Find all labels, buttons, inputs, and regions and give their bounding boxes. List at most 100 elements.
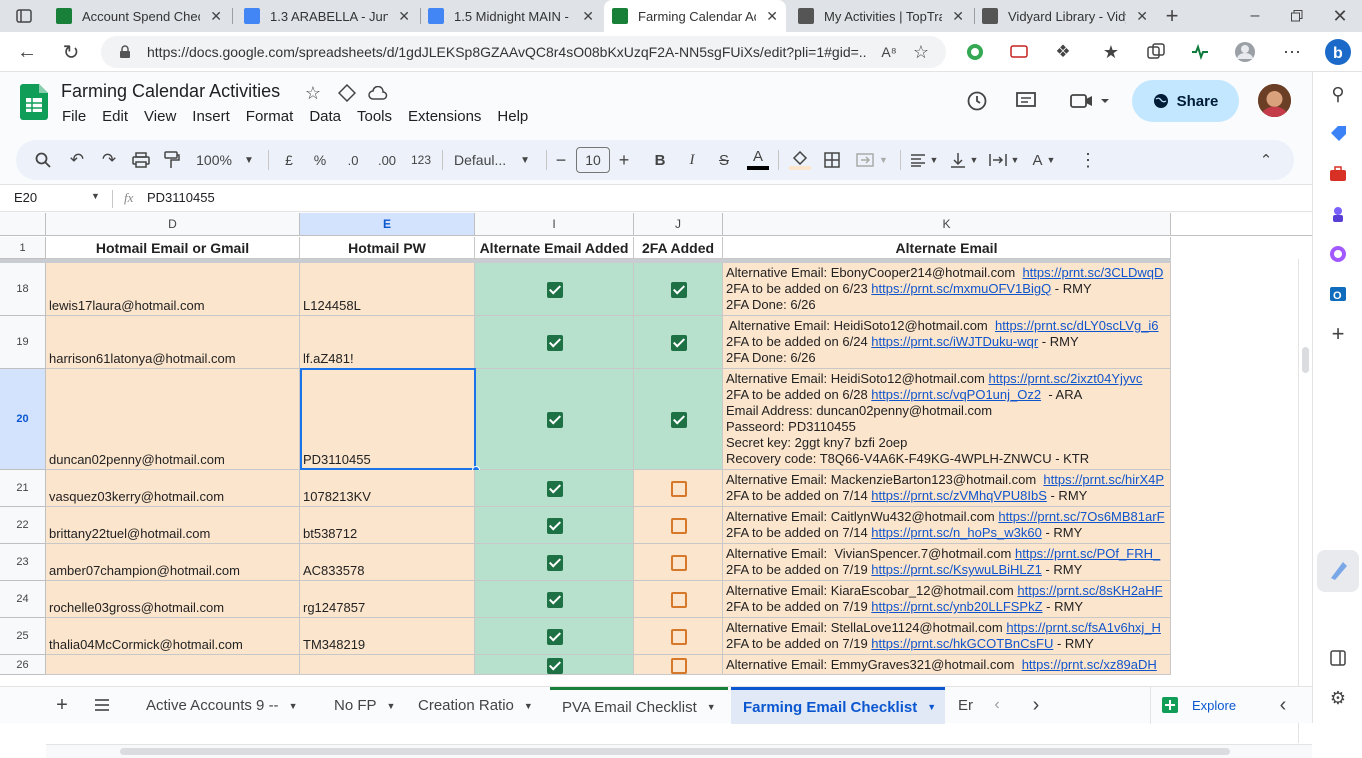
close-window-button[interactable]: ✕ [1328, 6, 1352, 26]
bing-copilot-icon[interactable]: b [1322, 36, 1354, 68]
checkbox-checked[interactable] [546, 658, 563, 674]
alternate-email-notes-cell[interactable]: Alternative Email: HeidiSoto12@hotmail.c… [723, 369, 1171, 470]
add-sidebar-app-icon[interactable]: + [1326, 321, 1350, 346]
row-header[interactable]: 20 [0, 369, 46, 470]
add-sheet-button[interactable]: + [52, 694, 72, 716]
text-wrapping-icon[interactable]: ▼ [988, 140, 1020, 180]
read-aloud-icon[interactable]: A⁸ [879, 42, 899, 62]
row-header[interactable]: 26 [0, 655, 46, 675]
column-header-e[interactable]: E [300, 213, 475, 236]
alt-email-added-cell[interactable] [475, 316, 634, 369]
strikethrough-button[interactable]: S [714, 140, 734, 180]
menu-help[interactable]: Help [497, 108, 528, 125]
settings-gear-icon[interactable]: ⚙ [1326, 686, 1350, 710]
menu-file[interactable]: File [62, 108, 86, 125]
twofa-added-cell[interactable] [634, 544, 723, 581]
alternate-email-notes-cell[interactable]: Alternative Email: EmmyGraves321@hotmail… [723, 655, 1171, 675]
minimize-button[interactable]: – [1243, 6, 1267, 26]
email-cell[interactable]: lewis17laura@hotmail.com [46, 263, 300, 316]
twofa-added-cell[interactable] [634, 618, 723, 655]
checkbox-unchecked[interactable] [670, 591, 687, 608]
menu-extensions[interactable]: Extensions [408, 108, 481, 125]
split-screen-icon[interactable] [1326, 646, 1350, 670]
sheet-tab[interactable]: Creation Ratio ▼ [406, 687, 546, 724]
column-header-j[interactable]: J [634, 213, 723, 236]
screenshot-link[interactable]: https://prnt.sc/vqPO1unj_Oz2 [871, 387, 1041, 402]
close-tab-icon[interactable]: ✕ [398, 8, 410, 25]
sheet-tab[interactable]: Active Accounts 9 -- ▼ [134, 687, 318, 724]
browser-tab[interactable]: 1.5 Midnight MAIN - J ✕ [420, 0, 602, 32]
screenshot-link[interactable]: https://prnt.sc/iWJTDuku-wqr [871, 334, 1038, 349]
microsoft365-icon[interactable] [1326, 242, 1350, 266]
zoom-select[interactable]: 100% ▼ [194, 140, 256, 180]
checkbox-checked[interactable] [670, 411, 687, 428]
row-header[interactable]: 24 [0, 581, 46, 618]
vertical-scrollbar[interactable] [1298, 259, 1312, 743]
column-header-k[interactable]: K [723, 213, 1171, 236]
checkbox-checked[interactable] [546, 591, 563, 608]
favorite-star-icon[interactable]: ☆ [911, 42, 931, 62]
horizontal-align-icon[interactable]: ▼ [908, 140, 940, 180]
row-header[interactable]: 19 [0, 316, 46, 369]
star-icon[interactable]: ☆ [302, 82, 324, 104]
browser-tab[interactable]: Vidyard Library - Vidya ✕ [974, 0, 1156, 32]
shopping-tag-icon[interactable] [1326, 122, 1350, 146]
menu-edit[interactable]: Edit [102, 108, 128, 125]
column-header-i[interactable]: I [475, 213, 634, 236]
copilot-pen-icon[interactable] [1317, 550, 1359, 592]
screenshot-link[interactable]: https://prnt.sc/ynb20LLFSPkZ [871, 599, 1042, 614]
twofa-added-cell[interactable] [634, 470, 723, 507]
scroll-sheets-right-icon[interactable]: › [1026, 694, 1046, 716]
sheet-tab[interactable]: PVA Email Checklist ▼ [550, 687, 728, 724]
performance-icon[interactable] [1188, 40, 1212, 64]
sheet-tab[interactable]: Er [948, 687, 978, 724]
text-color-button[interactable]: A [746, 140, 770, 180]
version-history-icon[interactable] [964, 89, 990, 113]
checkbox-checked[interactable] [670, 334, 687, 351]
alternate-email-notes-cell[interactable]: Alternative Email: KiaraEscobar_12@hotma… [723, 581, 1171, 618]
side-panel-toggle-icon[interactable]: ‹ [1273, 694, 1293, 716]
close-tab-icon[interactable]: ✕ [952, 8, 964, 25]
checkbox-unchecked[interactable] [670, 628, 687, 645]
alt-email-added-cell[interactable] [475, 263, 634, 316]
checkbox-checked[interactable] [546, 628, 563, 645]
cloud-status-icon[interactable] [367, 82, 389, 104]
move-to-folder-icon[interactable] [336, 82, 358, 104]
alt-email-added-cell[interactable] [475, 581, 634, 618]
password-cell[interactable]: lf.aZ481! [300, 316, 475, 369]
browser-tab[interactable]: My Activities | TopTrac ✕ [790, 0, 972, 32]
password-cell[interactable]: L124458L [300, 263, 475, 316]
menu-view[interactable]: View [144, 108, 176, 125]
search-icon[interactable]: ⚲ [1326, 82, 1350, 106]
format-currency-button[interactable]: £ [280, 140, 298, 180]
favorites-icon[interactable]: ★ [1099, 40, 1123, 64]
close-tab-icon[interactable]: ✕ [766, 8, 778, 25]
chevron-down-icon[interactable]: ▼ [524, 701, 533, 711]
alternate-email-notes-cell[interactable]: Alternative Email: EbonyCooper214@hotmai… [723, 263, 1171, 316]
email-cell[interactable]: thalia04McCormick@hotmail.com [46, 618, 300, 655]
close-tab-icon[interactable]: ✕ [582, 8, 594, 25]
format-percent-button[interactable]: % [311, 140, 329, 180]
twofa-added-cell[interactable] [634, 263, 723, 316]
screenshot-link[interactable]: https://prnt.sc/mxmuOFV1BigQ [871, 281, 1051, 296]
extension-screen-icon[interactable] [1007, 40, 1031, 64]
italic-button[interactable]: I [682, 140, 702, 180]
checkbox-unchecked[interactable] [670, 480, 687, 497]
chevron-down-icon[interactable]: ▼ [91, 191, 100, 201]
checkbox-checked[interactable] [546, 281, 563, 298]
row-header[interactable]: 21 [0, 470, 46, 507]
avatar[interactable] [1258, 84, 1291, 117]
password-cell[interactable] [300, 655, 475, 675]
checkbox-checked[interactable] [546, 517, 563, 534]
screenshot-link[interactable]: https://prnt.sc/xz89aDH [1022, 657, 1157, 672]
sheet-tab[interactable]: No FP ▼ [322, 687, 402, 724]
url-field[interactable]: https://docs.google.com/spreadsheets/d/1… [101, 36, 946, 68]
alt-email-added-cell[interactable] [475, 470, 634, 507]
screenshot-link[interactable]: https://prnt.sc/dLY0scLVg_i6 [995, 318, 1159, 333]
font-size-input[interactable]: 10 [576, 147, 610, 173]
more-menu-icon[interactable]: ⋯ [1280, 40, 1304, 64]
row-header[interactable]: 1 [0, 237, 46, 259]
twofa-added-cell[interactable] [634, 507, 723, 544]
restore-button[interactable] [1285, 6, 1309, 26]
borders-icon[interactable] [822, 140, 842, 180]
